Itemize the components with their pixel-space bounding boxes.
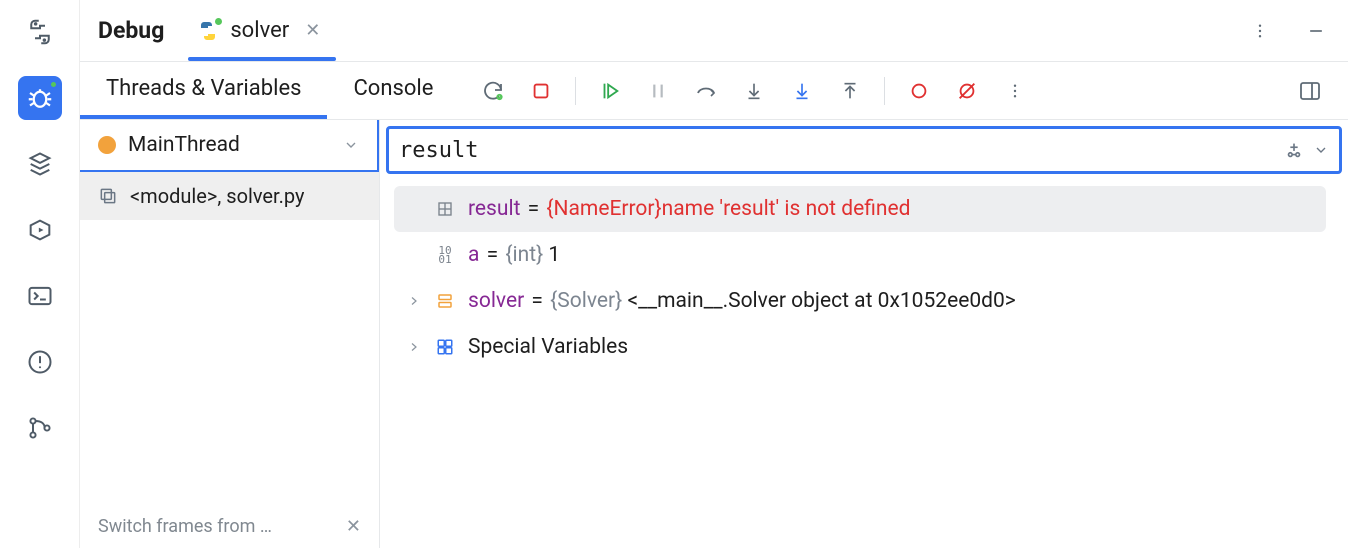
variables-list: result = {NameError}name 'result' is not… <box>380 178 1348 370</box>
debugger-subtabs: Threads & Variables Console <box>80 62 1348 120</box>
close-tab-icon[interactable]: ✕ <box>305 20 320 41</box>
structure-icon[interactable] <box>18 142 62 186</box>
close-hint-icon[interactable]: ✕ <box>346 516 361 537</box>
terminal-icon[interactable] <box>18 274 62 318</box>
run-config-tab[interactable]: solver ✕ <box>192 18 332 43</box>
more-actions-icon[interactable] <box>1001 77 1029 105</box>
frames-panel: MainThread <module>, solver.py Switch fr… <box>80 120 380 548</box>
problems-icon[interactable] <box>18 340 62 384</box>
eval-input-field[interactable] <box>399 138 1275 163</box>
layout-settings-icon[interactable] <box>1296 77 1324 105</box>
python-file-icon <box>196 19 220 43</box>
vcs-icon[interactable] <box>18 406 62 450</box>
thread-status-icon <box>98 136 116 154</box>
add-watch-icon[interactable] <box>1283 139 1305 161</box>
run-config-name: solver <box>230 18 289 43</box>
debug-tool-window-icon[interactable] <box>18 76 62 120</box>
binary-var-icon: 1001 <box>434 246 456 264</box>
frame-label: <module>, solver.py <box>130 184 304 208</box>
chevron-down-icon[interactable] <box>1313 142 1329 158</box>
step-into-icon[interactable] <box>740 77 768 105</box>
variable-row[interactable]: result = {NameError}name 'result' is not… <box>394 186 1326 232</box>
variable-row[interactable]: solver = {Solver} <__main__.Solver objec… <box>394 278 1348 324</box>
threads-variables-tab[interactable]: Threads & Variables <box>80 62 327 119</box>
thread-name: MainThread <box>128 133 240 157</box>
tool-window-bar <box>0 0 80 548</box>
debug-tabs-bar: Debug solver ✕ <box>80 0 1348 62</box>
stop-icon[interactable] <box>527 77 555 105</box>
services-icon[interactable] <box>18 208 62 252</box>
tool-window-title: Debug <box>98 17 164 44</box>
pause-icon[interactable] <box>644 77 672 105</box>
group-icon <box>434 338 456 356</box>
minimize-icon[interactable] <box>1302 17 1330 45</box>
step-out-icon[interactable] <box>836 77 864 105</box>
grid-var-icon <box>434 200 456 218</box>
mute-breakpoints-icon[interactable] <box>953 77 981 105</box>
variable-row[interactable]: 1001 a = {int} 1 <box>394 232 1348 278</box>
object-var-icon <box>434 292 456 310</box>
frame-icon <box>98 186 118 206</box>
frames-hint: Switch frames from … ✕ <box>80 504 379 548</box>
expand-caret-icon[interactable] <box>406 295 422 307</box>
resume-icon[interactable] <box>596 77 624 105</box>
step-into-my-code-icon[interactable] <box>788 77 816 105</box>
thread-selector[interactable]: MainThread <box>80 120 379 172</box>
rerun-icon[interactable] <box>479 77 507 105</box>
variables-panel: result = {NameError}name 'result' is not… <box>380 120 1348 548</box>
chevron-down-icon <box>343 137 359 153</box>
expand-caret-icon[interactable] <box>406 341 422 353</box>
step-over-icon[interactable] <box>692 77 720 105</box>
python-console-icon[interactable] <box>18 10 62 54</box>
tab-options-icon[interactable] <box>1246 17 1274 45</box>
console-tab[interactable]: Console <box>327 62 459 119</box>
stack-frame-row[interactable]: <module>, solver.py <box>80 172 379 220</box>
view-breakpoints-icon[interactable] <box>905 77 933 105</box>
evaluate-expression-input[interactable] <box>386 126 1342 174</box>
special-variables-row[interactable]: Special Variables <box>394 324 1348 370</box>
